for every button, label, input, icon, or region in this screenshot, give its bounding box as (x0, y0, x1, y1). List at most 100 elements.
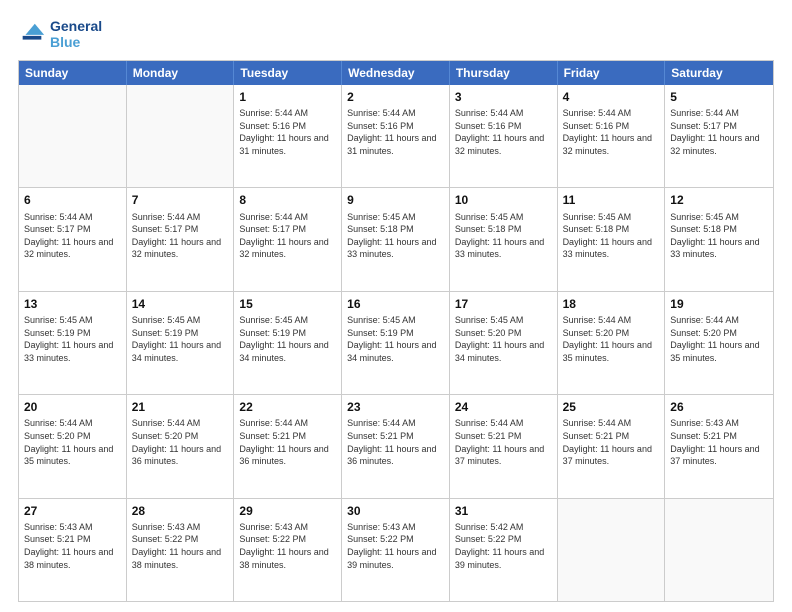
cell-info: Sunrise: 5:44 AM Sunset: 5:16 PM Dayligh… (455, 107, 552, 157)
day-number: 2 (347, 89, 444, 105)
cell-info: Sunrise: 5:45 AM Sunset: 5:18 PM Dayligh… (670, 211, 768, 261)
calendar-cell: 19 Sunrise: 5:44 AM Sunset: 5:20 PM Dayli… (665, 292, 773, 394)
calendar-cell: 20 Sunrise: 5:44 AM Sunset: 5:20 PM Dayli… (19, 395, 127, 497)
calendar-row: 20 Sunrise: 5:44 AM Sunset: 5:20 PM Dayli… (19, 394, 773, 497)
day-number: 21 (132, 399, 229, 415)
calendar-cell: 13 Sunrise: 5:45 AM Sunset: 5:19 PM Dayli… (19, 292, 127, 394)
cell-info: Sunrise: 5:44 AM Sunset: 5:16 PM Dayligh… (347, 107, 444, 157)
calendar-cell: 28 Sunrise: 5:43 AM Sunset: 5:22 PM Dayli… (127, 499, 235, 601)
cell-info: Sunrise: 5:45 AM Sunset: 5:19 PM Dayligh… (24, 314, 121, 364)
calendar-header-cell: Thursday (450, 61, 558, 85)
calendar-cell: 3 Sunrise: 5:44 AM Sunset: 5:16 PM Daylig… (450, 85, 558, 187)
day-number: 9 (347, 192, 444, 208)
cell-info: Sunrise: 5:44 AM Sunset: 5:20 PM Dayligh… (563, 314, 660, 364)
calendar-header-cell: Tuesday (234, 61, 342, 85)
cell-info: Sunrise: 5:45 AM Sunset: 5:18 PM Dayligh… (347, 211, 444, 261)
calendar-header-cell: Sunday (19, 61, 127, 85)
calendar-cell: 11Sunrise: 5:45 AM Sunset: 5:18 PM Dayli… (558, 188, 666, 290)
cell-info: Sunrise: 5:43 AM Sunset: 5:22 PM Dayligh… (132, 521, 229, 571)
calendar-cell: 21Sunrise: 5:44 AM Sunset: 5:20 PM Dayli… (127, 395, 235, 497)
calendar-header-cell: Wednesday (342, 61, 450, 85)
day-number: 23 (347, 399, 444, 415)
cell-info: Sunrise: 5:44 AM Sunset: 5:16 PM Dayligh… (563, 107, 660, 157)
day-number: 28 (132, 503, 229, 519)
cell-info: Sunrise: 5:44 AM Sunset: 5:17 PM Dayligh… (132, 211, 229, 261)
cell-info: Sunrise: 5:43 AM Sunset: 5:22 PM Dayligh… (239, 521, 336, 571)
day-number: 17 (455, 296, 552, 312)
day-number: 26 (670, 399, 768, 415)
calendar-cell (127, 85, 235, 187)
calendar-cell: 6Sunrise: 5:44 AM Sunset: 5:17 PM Daylig… (19, 188, 127, 290)
cell-info: Sunrise: 5:44 AM Sunset: 5:20 PM Dayligh… (24, 417, 121, 467)
day-number: 15 (239, 296, 336, 312)
calendar: SundayMondayTuesdayWednesdayThursdayFrid… (18, 60, 774, 602)
day-number: 16 (347, 296, 444, 312)
calendar-cell: 25Sunrise: 5:44 AM Sunset: 5:21 PM Dayli… (558, 395, 666, 497)
cell-info: Sunrise: 5:43 AM Sunset: 5:21 PM Dayligh… (24, 521, 121, 571)
day-number: 30 (347, 503, 444, 519)
calendar-row: 27 Sunrise: 5:43 AM Sunset: 5:21 PM Dayli… (19, 498, 773, 601)
calendar-cell: 4 Sunrise: 5:44 AM Sunset: 5:16 PM Daylig… (558, 85, 666, 187)
logo-text: General Blue (50, 18, 102, 50)
cell-info: Sunrise: 5:44 AM Sunset: 5:21 PM Dayligh… (563, 417, 660, 467)
calendar-header-cell: Friday (558, 61, 666, 85)
calendar-cell: 14 Sunrise: 5:45 AM Sunset: 5:19 PM Dayli… (127, 292, 235, 394)
cell-info: Sunrise: 5:45 AM Sunset: 5:19 PM Dayligh… (347, 314, 444, 364)
cell-info: Sunrise: 5:44 AM Sunset: 5:17 PM Dayligh… (670, 107, 768, 157)
day-number: 11 (563, 192, 660, 208)
day-number: 3 (455, 89, 552, 105)
cell-info: Sunrise: 5:45 AM Sunset: 5:20 PM Dayligh… (455, 314, 552, 364)
calendar-cell: 10Sunrise: 5:45 AM Sunset: 5:18 PM Dayli… (450, 188, 558, 290)
day-number: 1 (239, 89, 336, 105)
calendar-cell: 1 Sunrise: 5:44 AM Sunset: 5:16 PM Daylig… (234, 85, 342, 187)
calendar-cell: 7 Sunrise: 5:44 AM Sunset: 5:17 PM Daylig… (127, 188, 235, 290)
cell-info: Sunrise: 5:44 AM Sunset: 5:16 PM Dayligh… (239, 107, 336, 157)
calendar-cell: 16 Sunrise: 5:45 AM Sunset: 5:19 PM Dayli… (342, 292, 450, 394)
day-number: 10 (455, 192, 552, 208)
day-number: 27 (24, 503, 121, 519)
calendar-cell (558, 499, 666, 601)
cell-info: Sunrise: 5:44 AM Sunset: 5:21 PM Dayligh… (347, 417, 444, 467)
cell-info: Sunrise: 5:44 AM Sunset: 5:21 PM Dayligh… (239, 417, 336, 467)
day-number: 31 (455, 503, 552, 519)
calendar-cell: 30 Sunrise: 5:43 AM Sunset: 5:22 PM Dayli… (342, 499, 450, 601)
calendar-cell: 8 Sunrise: 5:44 AM Sunset: 5:17 PM Daylig… (234, 188, 342, 290)
calendar-cell: 31Sunrise: 5:42 AM Sunset: 5:22 PM Dayli… (450, 499, 558, 601)
calendar-header: SundayMondayTuesdayWednesdayThursdayFrid… (19, 61, 773, 85)
day-number: 13 (24, 296, 121, 312)
day-number: 6 (24, 192, 121, 208)
day-number: 8 (239, 192, 336, 208)
cell-info: Sunrise: 5:44 AM Sunset: 5:17 PM Dayligh… (239, 211, 336, 261)
calendar-cell: 27 Sunrise: 5:43 AM Sunset: 5:21 PM Dayli… (19, 499, 127, 601)
calendar-cell: 29 Sunrise: 5:43 AM Sunset: 5:22 PM Dayli… (234, 499, 342, 601)
calendar-cell: 9 Sunrise: 5:45 AM Sunset: 5:18 PM Daylig… (342, 188, 450, 290)
cell-info: Sunrise: 5:43 AM Sunset: 5:22 PM Dayligh… (347, 521, 444, 571)
day-number: 7 (132, 192, 229, 208)
calendar-header-cell: Monday (127, 61, 235, 85)
calendar-cell: 22 Sunrise: 5:44 AM Sunset: 5:21 PM Dayli… (234, 395, 342, 497)
day-number: 22 (239, 399, 336, 415)
day-number: 4 (563, 89, 660, 105)
page: General Blue SundayMondayTuesdayWednesda… (0, 0, 792, 612)
day-number: 20 (24, 399, 121, 415)
cell-info: Sunrise: 5:43 AM Sunset: 5:21 PM Dayligh… (670, 417, 768, 467)
calendar-cell: 24Sunrise: 5:44 AM Sunset: 5:21 PM Dayli… (450, 395, 558, 497)
cell-info: Sunrise: 5:45 AM Sunset: 5:19 PM Dayligh… (132, 314, 229, 364)
logo: General Blue (18, 18, 102, 50)
calendar-cell: 26 Sunrise: 5:43 AM Sunset: 5:21 PM Dayli… (665, 395, 773, 497)
day-number: 18 (563, 296, 660, 312)
calendar-cell: 5 Sunrise: 5:44 AM Sunset: 5:17 PM Daylig… (665, 85, 773, 187)
calendar-cell: 17 Sunrise: 5:45 AM Sunset: 5:20 PM Dayli… (450, 292, 558, 394)
calendar-row: 6 Sunrise: 5:44 AM Sunset: 5:17 PM Daylig… (19, 187, 773, 290)
day-number: 14 (132, 296, 229, 312)
calendar-cell: 15Sunrise: 5:45 AM Sunset: 5:19 PM Dayli… (234, 292, 342, 394)
day-number: 19 (670, 296, 768, 312)
calendar-cell: 2 Sunrise: 5:44 AM Sunset: 5:16 PM Daylig… (342, 85, 450, 187)
day-number: 5 (670, 89, 768, 105)
cell-info: Sunrise: 5:44 AM Sunset: 5:20 PM Dayligh… (670, 314, 768, 364)
cell-info: Sunrise: 5:44 AM Sunset: 5:21 PM Dayligh… (455, 417, 552, 467)
calendar-cell (665, 499, 773, 601)
day-number: 29 (239, 503, 336, 519)
day-number: 12 (670, 192, 768, 208)
calendar-cell: 23 Sunrise: 5:44 AM Sunset: 5:21 PM Dayli… (342, 395, 450, 497)
